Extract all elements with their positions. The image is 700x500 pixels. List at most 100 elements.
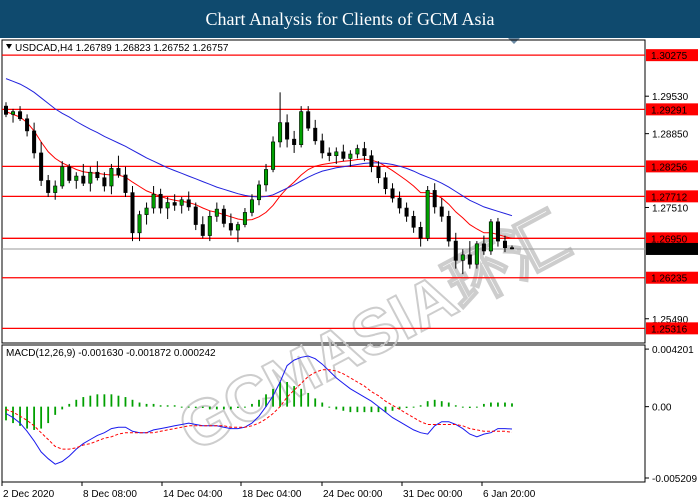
level-label: 1.28256 <box>651 162 688 173</box>
macd-histogram-bar <box>117 395 120 407</box>
macd-histogram-bar <box>321 402 324 407</box>
macd-histogram-bar <box>145 403 148 407</box>
level-label: 1.25316 <box>651 324 688 335</box>
macd-histogram-bar <box>159 405 162 407</box>
candle-body <box>81 175 86 184</box>
macd-histogram-bar <box>47 406 50 424</box>
candle <box>193 202 198 231</box>
candle-body <box>179 199 184 206</box>
macd-histogram-bar <box>152 403 155 407</box>
candle <box>278 92 283 148</box>
candle <box>74 172 79 189</box>
candle <box>488 219 493 255</box>
candle <box>418 221 423 247</box>
candle-body <box>271 141 276 170</box>
macd-histogram-bar <box>454 405 457 407</box>
macd-histogram-bar <box>201 406 204 409</box>
candle-body <box>376 166 381 179</box>
candle <box>249 194 254 217</box>
candle <box>165 197 170 220</box>
macd-histogram-bar <box>370 406 373 413</box>
macd-histogram-bar <box>405 406 408 409</box>
candle-body <box>109 168 114 187</box>
candle <box>355 144 360 159</box>
candle <box>179 197 184 214</box>
macd-histogram-bar <box>96 394 99 407</box>
candle <box>67 163 72 184</box>
macd-histogram-bar <box>110 394 113 407</box>
candle <box>207 210 212 242</box>
candle-body <box>32 130 37 154</box>
price-chart: GCMASIA环汇1.295301.288501.275101.254901.3… <box>1 39 698 500</box>
macd-histogram-bar <box>482 403 485 407</box>
macd-histogram-bar <box>328 406 331 408</box>
candle <box>60 161 65 189</box>
macd-histogram-bar <box>511 403 513 407</box>
candle-body <box>193 206 198 225</box>
macd-histogram-bar <box>12 406 14 424</box>
current-price-label: 1.26757 <box>651 245 688 256</box>
candle-body <box>53 185 58 193</box>
candle-body <box>123 174 128 193</box>
candle-body <box>256 184 261 201</box>
time-axis-label: 6 Jan 20:00 <box>483 489 536 500</box>
ma-fast-line <box>5 111 513 239</box>
candle-body <box>242 212 247 225</box>
macd-histogram-bar <box>490 402 492 407</box>
candle-body <box>165 202 170 209</box>
macd-histogram-bar <box>173 405 176 407</box>
macd-histogram-bar <box>447 402 450 407</box>
candle <box>4 102 9 118</box>
candle-body <box>186 199 191 208</box>
candle-body <box>390 188 395 199</box>
macd-histogram-bar <box>68 403 71 407</box>
watermark-text: GCMASIA环汇 <box>167 199 581 465</box>
macd-histogram-bar <box>475 406 478 408</box>
candle <box>264 163 269 192</box>
candle <box>102 172 107 192</box>
time-axis-label: 18 Dec 04:00 <box>242 489 302 500</box>
candle <box>397 191 402 214</box>
macd-histogram-bar <box>363 406 366 413</box>
candle <box>390 183 395 203</box>
candle <box>18 106 23 121</box>
macd-histogram-bar <box>272 388 274 407</box>
macd-histogram-bar <box>391 406 394 411</box>
candle-body <box>200 224 205 236</box>
candle <box>285 114 290 148</box>
candle-body <box>418 227 423 239</box>
macd-histogram-bar <box>103 394 106 407</box>
macd-histogram-bar <box>124 397 127 407</box>
macd-histogram-bar <box>208 406 211 410</box>
macd-histogram-bar <box>468 406 471 409</box>
macd-histogram-bar <box>497 402 499 407</box>
price-panel-frame <box>1 39 646 344</box>
candle <box>144 202 149 225</box>
candle <box>411 210 416 233</box>
candle-body <box>172 202 177 206</box>
macd-info-label: MACD(12,26,9) -0.001630 -0.001872 0.0002… <box>6 348 216 359</box>
candle <box>474 241 479 269</box>
macd-histogram-bar <box>222 406 225 410</box>
candle-body <box>74 175 79 181</box>
candle-body <box>214 208 219 217</box>
macd-histogram-bar <box>166 405 169 407</box>
candle-body <box>278 122 283 143</box>
level-label: 1.27712 <box>651 192 688 203</box>
candle-body <box>348 153 353 159</box>
macd-histogram-bar <box>251 403 253 407</box>
candle <box>109 163 114 195</box>
macd-histogram-bar <box>33 406 36 430</box>
candle-body <box>235 224 240 231</box>
candle-body <box>39 152 44 181</box>
candle <box>46 174 51 198</box>
candle-body <box>460 254 465 261</box>
candle-body <box>151 193 156 209</box>
candle-body <box>313 127 318 142</box>
candle-body <box>144 207 149 215</box>
candle <box>299 106 304 148</box>
macd-histogram-bar <box>504 402 506 407</box>
candle <box>313 119 318 145</box>
candle-body <box>102 177 107 187</box>
candle-body <box>341 151 346 159</box>
